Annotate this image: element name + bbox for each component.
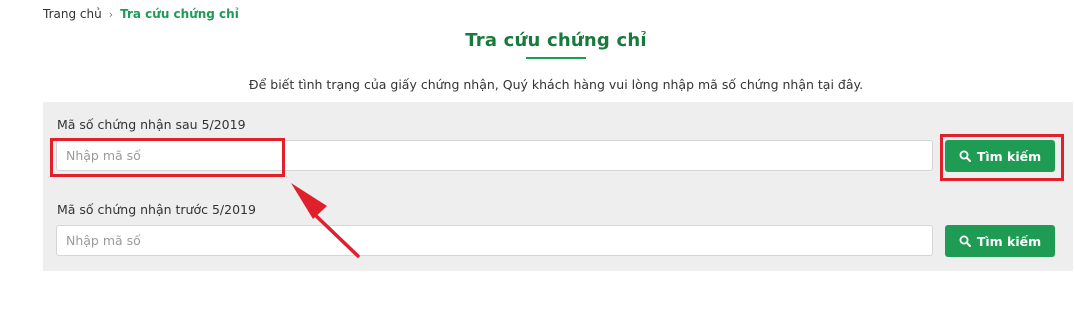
annotation-arrow [291, 183, 360, 258]
